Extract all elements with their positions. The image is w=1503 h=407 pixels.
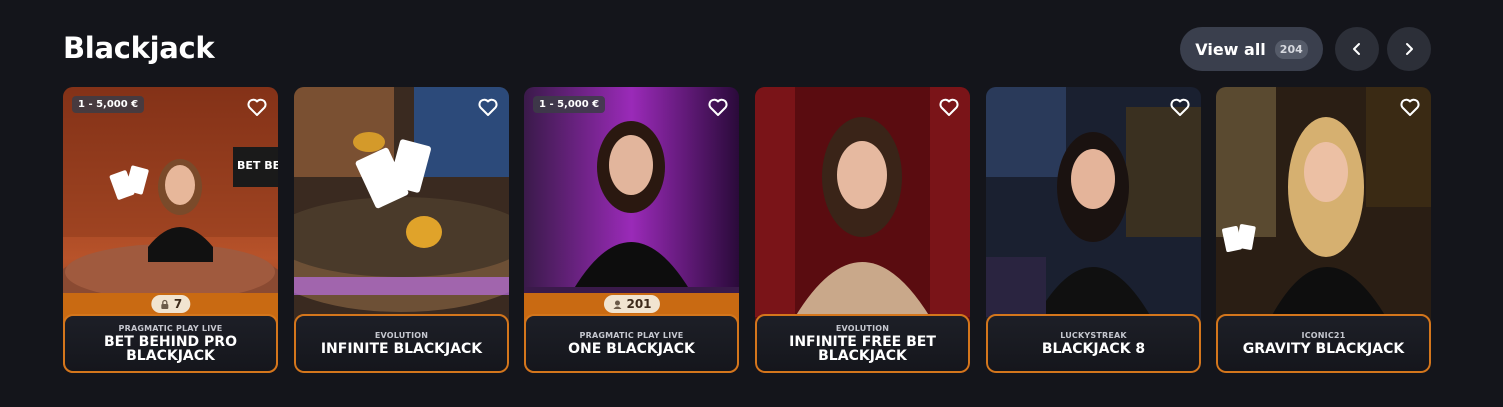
game-name: ONE BLACKJACK — [568, 341, 695, 357]
carousel-next-button[interactable] — [1387, 27, 1431, 71]
seats-count: 7 — [173, 297, 183, 311]
game-info: EVOLUTION INFINITE FREE BET BLACKJACK — [755, 314, 970, 373]
carousel-prev-button[interactable] — [1335, 27, 1379, 71]
game-info: PRAGMATIC PLAY LIVE ONE BLACKJACK — [524, 314, 739, 373]
game-info: ICONIC21 GRAVITY BLACKJACK — [1216, 314, 1431, 373]
seats-pill: 201 — [603, 295, 660, 313]
game-provider: EVOLUTION — [374, 331, 429, 340]
heart-outline-icon[interactable] — [246, 96, 268, 118]
bet-limits-badge: 1 - 5,000 € — [533, 96, 606, 113]
game-card[interactable]: EVOLUTION INFINITE BLACKJACK — [294, 87, 509, 373]
game-name: GRAVITY BLACKJACK — [1242, 341, 1405, 357]
heart-outline-icon[interactable] — [707, 96, 729, 118]
game-info: PRAGMATIC PLAY LIVE BET BEHIND PRO BLACK… — [63, 314, 278, 373]
game-info: EVOLUTION INFINITE BLACKJACK — [294, 314, 509, 373]
game-info: LUCKYSTREAK BLACKJACK 8 — [986, 314, 1201, 373]
section-title: Blackjack — [63, 31, 215, 65]
game-card[interactable]: EVOLUTION INFINITE FREE BET BLACKJACK — [755, 87, 970, 373]
seats-pill: 7 — [150, 295, 191, 313]
game-provider: ICONIC21 — [1301, 331, 1346, 340]
game-name: BLACKJACK 8 — [1041, 341, 1146, 357]
view-all-label: View all — [1195, 39, 1266, 59]
bet-limits-badge: 1 - 5,000 € — [72, 96, 145, 113]
heart-outline-icon[interactable] — [477, 96, 499, 118]
view-all-button[interactable]: View all 204 — [1180, 27, 1323, 71]
game-provider: PRAGMATIC PLAY LIVE — [118, 324, 223, 333]
players-icon — [612, 300, 621, 309]
seats-count: 201 — [626, 297, 652, 311]
svg-text:BET BE: BET BE — [237, 159, 278, 172]
game-card[interactable]: LUCKYSTREAK BLACKJACK 8 — [986, 87, 1201, 373]
game-card[interactable]: ICONIC21 GRAVITY BLACKJACK — [1216, 87, 1431, 373]
chevron-left-icon — [1353, 43, 1360, 55]
game-name: INFINITE BLACKJACK — [320, 341, 483, 357]
game-name: BET BEHIND PRO BLACKJACK — [104, 334, 237, 364]
heart-outline-icon[interactable] — [1169, 96, 1191, 118]
view-all-count-badge: 204 — [1274, 39, 1308, 59]
game-provider: PRAGMATIC PLAY LIVE — [579, 331, 684, 340]
chevron-right-icon — [1406, 43, 1413, 55]
game-card[interactable]: 1 - 5,000 € 201 PRAGMATIC PLAY LIVE ONE … — [524, 87, 739, 373]
heart-outline-icon[interactable] — [938, 96, 960, 118]
heart-outline-icon[interactable] — [1399, 96, 1421, 118]
game-provider: EVOLUTION — [835, 324, 890, 333]
game-card[interactable]: BET BE 1 - 5,000 € 7 PRAGMATIC PLAY LIVE… — [63, 87, 278, 373]
game-name: INFINITE FREE BET BLACKJACK — [789, 334, 936, 364]
lock-icon — [160, 299, 168, 309]
game-provider: LUCKYSTREAK — [1060, 331, 1127, 340]
